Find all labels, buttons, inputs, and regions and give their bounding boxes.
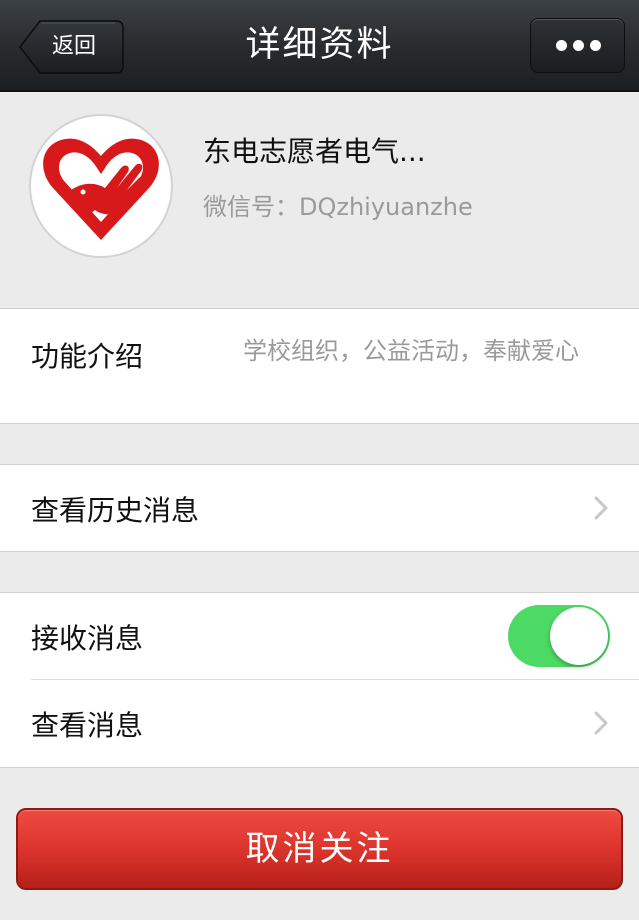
intro-section: 功能介绍 学校组织，公益活动，奉献爱心	[0, 308, 639, 424]
receive-messages-toggle[interactable]	[508, 605, 610, 667]
view-messages-label: 查看消息	[31, 709, 144, 742]
history-label: 查看历史消息	[31, 494, 200, 527]
avatar[interactable]	[29, 114, 173, 258]
wechat-id: 微信号：DQzhiyuanzhe	[203, 193, 473, 221]
message-settings-section: 接收消息 查看消息	[0, 592, 639, 768]
more-button[interactable]	[530, 18, 625, 73]
unfollow-button[interactable]: 取消关注	[16, 808, 623, 890]
profile-header: 东电志愿者电气... 微信号：DQzhiyuanzhe	[0, 92, 639, 308]
receive-messages-row: 接收消息	[0, 593, 639, 679]
history-row[interactable]: 查看历史消息	[0, 464, 639, 552]
heart-dove-logo	[43, 138, 159, 240]
view-messages-row[interactable]: 查看消息	[0, 680, 639, 767]
toggle-knob	[550, 607, 608, 665]
intro-value: 学校组织，公益活动，奉献爱心	[243, 337, 579, 365]
chevron-right-icon	[594, 711, 608, 735]
account-name: 东电志愿者电气...	[203, 135, 426, 168]
navigation-bar: 返回 详细资料	[0, 0, 639, 92]
chevron-right-icon	[594, 496, 608, 520]
receive-messages-label: 接收消息	[31, 622, 144, 655]
intro-label: 功能介绍	[31, 340, 144, 373]
